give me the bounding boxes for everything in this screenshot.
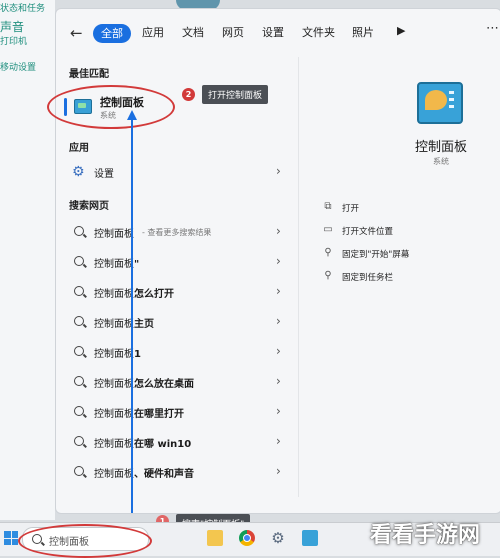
chevron-right-icon[interactable]: › (276, 374, 281, 388)
app-item-label: 设置 (94, 169, 114, 180)
annotation-oval-best-match (47, 85, 175, 129)
pin-icon: ⚲ (324, 247, 332, 258)
section-web: 搜索网页 (69, 201, 109, 212)
search-icon (74, 316, 84, 326)
chevron-right-icon[interactable]: › (276, 164, 281, 178)
annotation-badge-2: 2 (182, 88, 195, 101)
web-result-label: 控制面板1 (94, 349, 141, 360)
section-best-match: 最佳匹配 (69, 69, 109, 80)
control-panel-large-icon (417, 82, 463, 124)
search-panel: ← 全部 应用 文档 网页 设置 文件夹 照片 ▶ ⋯ 最佳匹配 控制面板 系统… (55, 8, 500, 514)
panel-divider (298, 57, 299, 497)
annotation-tip-2: 打开控制面板 (202, 85, 269, 104)
open-icon: ⧉ (324, 201, 332, 212)
filter-bar: ← 全部 应用 文档 网页 设置 文件夹 照片 ▶ ⋯ (56, 21, 500, 45)
tab-apps[interactable]: 应用 (142, 25, 164, 41)
tab-settings[interactable]: 设置 (262, 25, 284, 41)
windows-start-icon[interactable] (4, 531, 18, 545)
back-arrow-icon[interactable]: ← (70, 21, 83, 45)
web-result-label: 控制面板在哪 win10 (94, 439, 192, 450)
tab-folders[interactable]: 文件夹 (302, 25, 335, 41)
detail-title: 控制面板 (415, 140, 468, 155)
tab-all[interactable]: 全部 (93, 24, 131, 43)
bg-label-status: 状态和任务 (0, 4, 46, 14)
action-pin-taskbar-label: 固定到任务栏 (342, 273, 394, 283)
chevron-right-icon[interactable]: › (276, 224, 281, 238)
section-apps: 应用 (69, 143, 89, 154)
web-result[interactable]: 控制面板1 › (64, 342, 290, 364)
search-icon (74, 406, 84, 416)
chevron-right-icon[interactable]: › (276, 404, 281, 418)
watermark: 看看手游网 (370, 522, 481, 548)
action-open[interactable]: ⧉ 打开 (322, 201, 482, 217)
web-result[interactable]: 控制面板" › (64, 252, 290, 274)
action-pin-start-label: 固定到"开始"屏幕 (342, 250, 410, 260)
web-result-label: 控制面板主页 (94, 319, 154, 330)
chevron-right-icon[interactable]: › (276, 254, 281, 268)
settings-gear-icon: ⚙ (72, 164, 85, 180)
annotation-arrow (131, 118, 133, 513)
control-panel-taskbar-icon[interactable] (302, 530, 318, 546)
more-tabs-icon[interactable]: ▶ (397, 24, 405, 37)
bg-label-printer: 打印机 (0, 37, 28, 47)
tab-documents[interactable]: 文档 (182, 25, 204, 41)
chevron-right-icon[interactable]: › (276, 314, 281, 328)
search-icon (74, 226, 84, 236)
search-icon (74, 436, 84, 446)
folder-icon: ▭ (323, 224, 333, 235)
action-pin-start[interactable]: ⚲ 固定到"开始"屏幕 (322, 247, 482, 263)
action-open-file-location[interactable]: ▭ 打开文件位置 (322, 224, 482, 240)
search-icon (74, 346, 84, 356)
search-icon (74, 286, 84, 296)
app-item-settings[interactable]: ⚙ 设置 › (64, 162, 290, 184)
more-options-icon[interactable]: ⋯ (486, 21, 499, 36)
search-icon (74, 256, 84, 266)
web-result[interactable]: 控制面板 - 查看更多搜索结果 › (64, 222, 290, 244)
chevron-right-icon[interactable]: › (276, 344, 281, 358)
action-open-file-location-label: 打开文件位置 (342, 227, 394, 237)
annotation-arrowhead (127, 110, 137, 120)
web-result-hint: - 查看更多搜索结果 (142, 228, 212, 237)
settings-icon[interactable]: ⚙ (270, 530, 286, 546)
annotation-oval-search (18, 524, 152, 558)
web-result[interactable]: 控制面板在哪 win10 › (64, 432, 290, 454)
web-result[interactable]: 控制面板主页 › (64, 312, 290, 334)
web-result-label: 控制面板怎么打开 (94, 289, 174, 300)
bg-label-sound: 声音 (0, 20, 25, 34)
chevron-right-icon[interactable]: › (276, 434, 281, 448)
background-settings-window: 状态和任务 声音 打印机 移动设置 (0, 0, 55, 520)
bg-label-mobility: 移动设置 (0, 63, 37, 73)
action-open-label: 打开 (342, 204, 360, 214)
action-pin-taskbar[interactable]: ⚲ 固定到任务栏 (322, 270, 482, 286)
web-result[interactable]: 控制面板、硬件和声音 › (64, 462, 290, 484)
chrome-icon[interactable] (239, 530, 255, 546)
file-explorer-icon[interactable] (207, 530, 223, 546)
web-result-label: 控制面板、硬件和声音 (94, 469, 194, 480)
chevron-right-icon[interactable]: › (276, 464, 281, 478)
web-result[interactable]: 控制面板怎么放在桌面 › (64, 372, 290, 394)
search-icon (74, 376, 84, 386)
tab-photos[interactable]: 照片 (352, 25, 374, 41)
chevron-right-icon[interactable]: › (276, 284, 281, 298)
web-result[interactable]: 控制面板怎么打开 › (64, 282, 290, 304)
search-icon (74, 466, 84, 476)
pin-icon: ⚲ (324, 270, 332, 281)
web-result-label: 控制面板在哪里打开 (94, 409, 184, 420)
web-result[interactable]: 控制面板在哪里打开 › (64, 402, 290, 424)
web-result-label: 控制面板 (94, 229, 134, 240)
tab-web[interactable]: 网页 (222, 25, 244, 41)
detail-subtitle: 系统 (433, 157, 449, 166)
web-result-label: 控制面板怎么放在桌面 (94, 379, 194, 390)
